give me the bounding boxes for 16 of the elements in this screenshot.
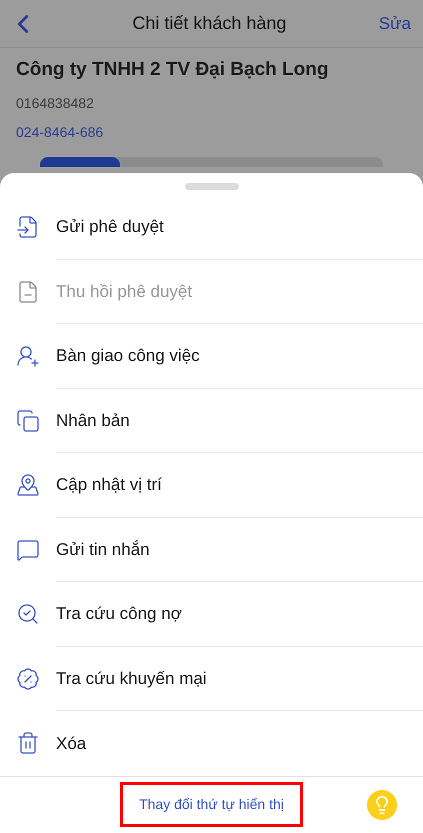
menu-label: Xóa xyxy=(56,732,88,754)
tip-button[interactable] xyxy=(367,790,397,820)
page-title: Chi tiết khách hàng xyxy=(132,12,286,35)
reorder-link[interactable]: Thay đổi thứ tự hiển thị xyxy=(120,782,303,828)
copy-icon xyxy=(16,408,40,433)
customer-name: Công ty TNHH 2 TV Đại Bạch Long xyxy=(16,58,330,82)
menu-item[interactable]: Xóa xyxy=(0,711,423,776)
trash-icon xyxy=(16,731,40,756)
percent-badge-icon xyxy=(16,666,40,691)
map-pin-icon xyxy=(16,473,40,498)
search-icon xyxy=(16,602,40,626)
speech-bubble-icon xyxy=(16,538,40,562)
drag-handle[interactable] xyxy=(184,183,238,190)
phone-link[interactable]: 024-8464-686 xyxy=(16,122,407,142)
phone-number: 0164838482 xyxy=(16,94,95,112)
edit-button[interactable]: Sửa xyxy=(378,10,415,36)
